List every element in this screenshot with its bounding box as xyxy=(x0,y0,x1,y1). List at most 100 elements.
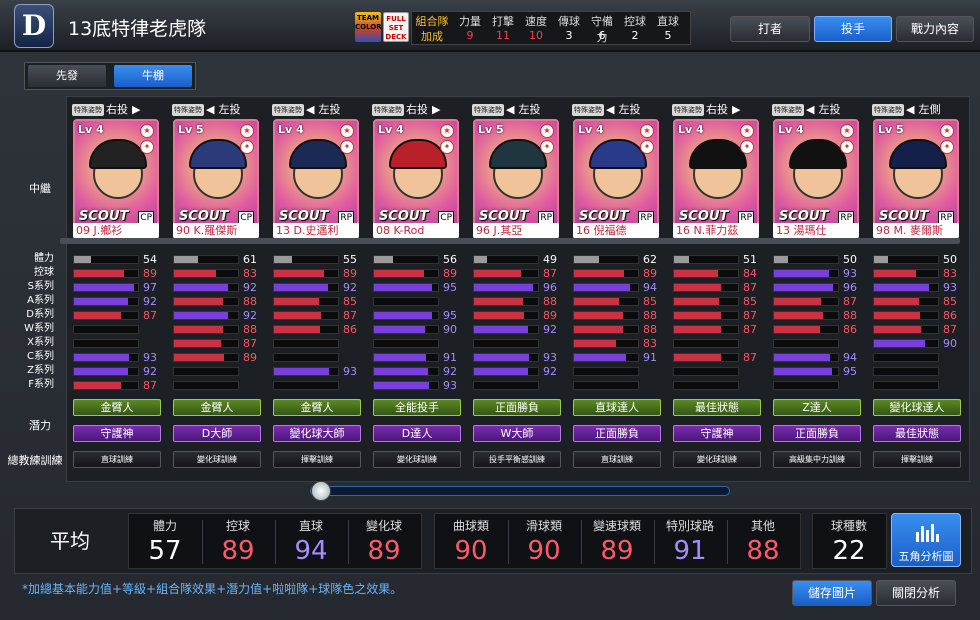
hand-arrow: ◀ xyxy=(806,103,815,116)
hand-arrow: ◀ xyxy=(206,103,215,116)
player-name: 98 M. 麥爾斯 xyxy=(873,223,959,239)
ability-icon: ✦ xyxy=(440,140,454,154)
potential-skill-2[interactable]: D大師 xyxy=(173,425,261,442)
stat-bar xyxy=(573,381,639,390)
potential-skill-1[interactable]: 最佳狀態 xyxy=(673,399,761,416)
subtab-starter[interactable]: 先發 xyxy=(28,65,106,87)
stat-value: 90 xyxy=(443,323,457,336)
coach-training[interactable]: 揮擊訓練 xyxy=(273,451,361,468)
potential-skill-2[interactable]: W大師 xyxy=(473,425,561,442)
stat-bar xyxy=(473,311,539,320)
stat-value: 93 xyxy=(943,281,957,294)
stat-fill xyxy=(74,312,121,319)
potential-skill-1[interactable]: 金臂人 xyxy=(173,399,261,416)
stat-fill xyxy=(374,382,429,389)
stat-label: W系列 xyxy=(24,323,54,334)
stat-fill xyxy=(74,382,121,389)
potential-skill-1[interactable]: 全能投手 xyxy=(373,399,461,416)
player-name: 16 N.菲力茲 xyxy=(673,223,759,239)
player-card[interactable]: Lv 4 ★ ✦ SCOUT RP 16 倪福德 xyxy=(573,119,659,239)
coach-training[interactable]: 變化球訓練 xyxy=(373,451,461,468)
combo-stat-value: 6 xyxy=(598,29,606,42)
tab-power[interactable]: 戰力內容 xyxy=(896,16,974,42)
tab-pitcher[interactable]: 投手 xyxy=(814,16,892,42)
throw-hand: 左投 xyxy=(618,103,641,116)
stat-value: 87 xyxy=(243,337,257,350)
potential-skill-1[interactable]: 金臂人 xyxy=(273,399,361,416)
potential-skill-1[interactable]: 變化球達人 xyxy=(873,399,961,416)
stat-value: 89 xyxy=(443,267,457,280)
stat-value: 89 xyxy=(143,267,157,280)
card-divider xyxy=(60,238,960,244)
coach-training[interactable]: 揮擊訓練 xyxy=(873,451,961,468)
ability-icon: ★ xyxy=(440,124,454,138)
scroll-track[interactable] xyxy=(310,486,730,496)
ability-icon: ★ xyxy=(740,124,754,138)
tab-batter[interactable]: 打者 xyxy=(730,16,810,42)
player-cap xyxy=(889,139,947,169)
combo-stat-label: 速度 xyxy=(525,15,547,28)
stat-value: 95 xyxy=(443,309,457,322)
coach-training[interactable]: 高級集中力訓練 xyxy=(773,451,861,468)
stat-value: 88 xyxy=(243,323,257,336)
special-pose-tag: 特殊姿勢 xyxy=(72,104,104,116)
potential-skill-1[interactable]: 金臂人 xyxy=(73,399,161,416)
close-analysis-button[interactable]: 關閉分析 xyxy=(876,580,956,606)
potential-skill-2[interactable]: 守護神 xyxy=(673,425,761,442)
ability-icon: ✦ xyxy=(940,140,954,154)
coach-training[interactable]: 變化球訓練 xyxy=(673,451,761,468)
player-column: 特殊姿勢 右投 ▶ Lv 4 ★ ✦ SCOUT CP 09 J.鄉衫 54 89 97 92 87 93 9… xyxy=(69,97,161,481)
save-image-button[interactable]: 儲存圖片 xyxy=(792,580,872,606)
stat-fill xyxy=(874,340,925,347)
pentagon-analysis-button[interactable]: 五角分析圖 xyxy=(891,513,961,567)
player-card[interactable]: Lv 5 ★ ✦ SCOUT RP 96 J.其亞 xyxy=(473,119,559,239)
coach-training[interactable]: 直球訓練 xyxy=(573,451,661,468)
throw-hand-bar: 特殊姿勢 ◀ 左投 xyxy=(572,101,660,116)
potential-skill-2[interactable]: 變化球大師 xyxy=(273,425,361,442)
coach-training[interactable]: 變化球訓練 xyxy=(173,451,261,468)
average-value: 22 xyxy=(832,536,866,566)
player-card[interactable]: Lv 5 ★ ✦ SCOUT RP 98 M. 麥爾斯 xyxy=(873,119,959,239)
stat-bar xyxy=(773,325,839,334)
stat-value: 92 xyxy=(543,323,557,336)
stat-bar xyxy=(173,269,239,278)
full-set-deck-badge: FULL SET DECK xyxy=(383,12,409,42)
subtab-bullpen[interactable]: 牛棚 xyxy=(114,65,192,87)
average-value: 90 xyxy=(527,536,561,566)
potential-skill-2[interactable]: 正面勝負 xyxy=(773,425,861,442)
level-badge: Lv 5 xyxy=(878,123,904,136)
stat-fill xyxy=(274,368,329,375)
potential-skill-2[interactable]: 守護神 xyxy=(73,425,161,442)
stat-fill xyxy=(474,368,528,375)
coach-training[interactable]: 直球訓練 xyxy=(73,451,161,468)
potential-skill-2[interactable]: D達人 xyxy=(373,425,461,442)
potential-skill-1[interactable]: Z達人 xyxy=(773,399,861,416)
stat-fill xyxy=(574,340,616,347)
stat-value: 93 xyxy=(343,365,357,378)
scout-label: SCOUT xyxy=(779,209,829,224)
stat-bar xyxy=(73,255,139,264)
player-card[interactable]: Lv 4 ★ ✦ SCOUT RP 13 湯瑪仕 xyxy=(773,119,859,239)
level-badge: Lv 4 xyxy=(278,123,304,136)
potential-skill-2[interactable]: 正面勝負 xyxy=(573,425,661,442)
stat-value: 96 xyxy=(843,281,857,294)
stat-fill xyxy=(774,298,821,305)
coach-training[interactable]: 投手平衡感訓練 xyxy=(473,451,561,468)
throw-hand: 左投 xyxy=(318,103,341,116)
player-card[interactable]: Lv 5 ★ ✦ SCOUT CP 90 K.羅傑斯 xyxy=(173,119,259,239)
scroll-handle[interactable] xyxy=(311,481,331,501)
player-card[interactable]: Lv 4 ★ ✦ SCOUT RP 16 N.菲力茲 xyxy=(673,119,759,239)
potential-skill-1[interactable]: 直球達人 xyxy=(573,399,661,416)
player-card[interactable]: Lv 4 ★ ✦ SCOUT RP 13 D.史邁利 xyxy=(273,119,359,239)
player-card[interactable]: Lv 4 ★ ✦ SCOUT CP 08 K-Rod xyxy=(373,119,459,239)
potential-skill-2[interactable]: 最佳狀態 xyxy=(873,425,961,442)
stat-bar xyxy=(873,367,939,376)
player-name: 96 J.其亞 xyxy=(473,223,559,239)
throw-hand: 左側 xyxy=(918,103,941,116)
stat-bar xyxy=(173,339,239,348)
scout-label: SCOUT xyxy=(379,209,429,224)
potential-skill-1[interactable]: 正面勝負 xyxy=(473,399,561,416)
player-card[interactable]: Lv 4 ★ ✦ SCOUT CP 09 J.鄉衫 xyxy=(73,119,159,239)
throw-hand-bar: 特殊姿勢 右投 ▶ xyxy=(72,101,160,116)
scout-label: SCOUT xyxy=(79,209,129,224)
